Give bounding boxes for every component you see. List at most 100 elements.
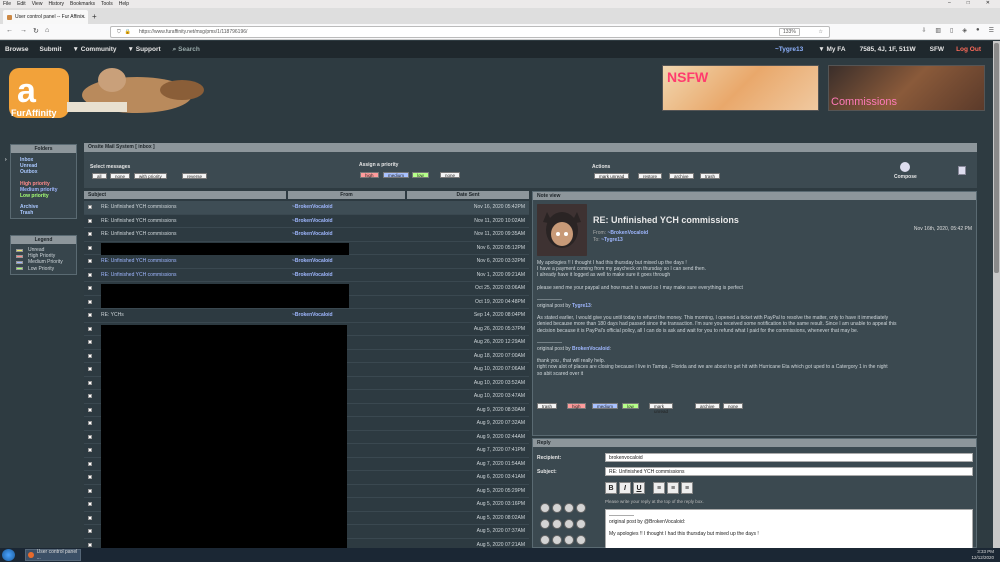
shield-icon[interactable]: ⛉ xyxy=(117,29,121,35)
nav-community[interactable]: ▼ Community xyxy=(73,46,117,53)
priority-none-button[interactable]: none xyxy=(440,172,461,178)
bold-button[interactable]: B xyxy=(605,482,617,494)
note-high-button[interactable]: high xyxy=(567,403,586,409)
underline-button[interactable]: U xyxy=(633,482,645,494)
sender-avatar[interactable] xyxy=(537,204,587,256)
subject-input[interactable]: RE: Unfinished YCH commissions xyxy=(605,467,973,476)
nav-support[interactable]: ▼ Support xyxy=(128,46,161,53)
reply-textarea[interactable]: ————— original post by @BrokenVocaloid: … xyxy=(605,509,973,549)
smiley-icon[interactable] xyxy=(564,535,574,545)
scrollbar-thumb[interactable] xyxy=(994,43,999,273)
priority-low-button[interactable]: low xyxy=(412,172,429,178)
message-checkbox[interactable] xyxy=(88,286,92,291)
note-to-user[interactable]: ~Tygre13 xyxy=(601,237,623,243)
italic-button[interactable]: I xyxy=(619,482,631,494)
minimize-icon[interactable]: – xyxy=(948,0,951,6)
nav-search[interactable]: ⌕ Search xyxy=(173,46,200,54)
smiley-icon[interactable] xyxy=(552,519,562,529)
smiley-icon[interactable] xyxy=(564,503,574,513)
message-checkbox[interactable] xyxy=(88,529,92,534)
message-sender[interactable]: ~BrokenVocaloid xyxy=(292,258,333,264)
priority-high-button[interactable]: high xyxy=(360,172,379,178)
nav-myfa[interactable]: ▼ My FA xyxy=(818,46,845,53)
menu-file[interactable]: File xyxy=(3,1,11,7)
col-subject[interactable]: Subject xyxy=(84,191,286,199)
message-subject[interactable]: RE: Unfinished YCH commissions xyxy=(101,272,291,278)
message-subject[interactable]: RE: Unfinished YCH commissions xyxy=(101,258,291,264)
smiley-icon[interactable] xyxy=(540,503,550,513)
orig-user[interactable]: BrokenVocaloid xyxy=(572,346,610,352)
account-icon[interactable]: ● xyxy=(976,27,980,34)
restore-button[interactable]: restore xyxy=(638,173,663,179)
nav-user[interactable]: ~Tygre13 xyxy=(775,46,803,53)
home-icon[interactable]: ⌂ xyxy=(45,27,49,34)
message-checkbox[interactable] xyxy=(88,245,92,250)
message-checkbox[interactable] xyxy=(88,461,92,466)
reload-icon[interactable]: ↻ xyxy=(33,27,39,35)
message-checkbox[interactable] xyxy=(88,218,92,223)
message-checkbox[interactable] xyxy=(88,488,92,493)
library-icon[interactable]: ▥ xyxy=(935,27,941,34)
zoom-level[interactable]: 133% xyxy=(779,28,800,36)
message-checkbox[interactable] xyxy=(88,353,92,358)
note-archive-button[interactable]: archive xyxy=(695,403,720,409)
orig-user[interactable]: Tygre13 xyxy=(572,303,591,309)
nav-stats[interactable]: 7585, 4J, 1F, 511W xyxy=(860,46,916,53)
smiley-icon[interactable] xyxy=(540,519,550,529)
maximize-icon[interactable]: □ xyxy=(967,0,970,6)
message-sender[interactable]: ~BrokenVocaloid xyxy=(292,204,333,210)
smiley-icon[interactable] xyxy=(576,519,586,529)
folder-trash[interactable]: Trash xyxy=(11,210,76,216)
mark-unread-button[interactable]: mark unread xyxy=(594,173,630,179)
note-trash-button[interactable]: trash xyxy=(537,403,558,409)
settings-icon[interactable] xyxy=(958,166,966,175)
taskbar-app[interactable]: User control panel ... xyxy=(25,549,81,561)
close-icon[interactable]: ✕ xyxy=(986,0,990,6)
note-none-button[interactable]: none xyxy=(723,403,744,409)
smiley-icon[interactable] xyxy=(540,535,550,545)
menu-bookmarks[interactable]: Bookmarks xyxy=(70,1,95,7)
browser-tab[interactable]: User control panel -- Fur Affini... ✕ xyxy=(3,10,88,24)
message-checkbox[interactable] xyxy=(88,272,92,277)
menu-tools[interactable]: Tools xyxy=(101,1,113,7)
url-bar[interactable]: ⛉ 🔒 https://www.furaffinity.net/msg/pms/… xyxy=(110,26,830,38)
select-all-button[interactable]: all xyxy=(92,173,107,179)
forward-icon[interactable]: → xyxy=(20,27,27,34)
message-checkbox[interactable] xyxy=(88,421,92,426)
message-row[interactable]: RE: YCHs ~BrokenVocaloid Sep 14, 2020 08:0… xyxy=(84,309,529,323)
priority-medium-button[interactable]: medium xyxy=(383,172,410,178)
note-from-user[interactable]: ~BrokenVocaloid xyxy=(607,230,648,236)
message-checkbox[interactable] xyxy=(88,502,92,507)
message-row[interactable]: RE: Unfinished YCH commissions ~BrokenVoc… xyxy=(84,269,529,282)
message-checkbox[interactable] xyxy=(88,380,92,385)
nav-submit[interactable]: Submit xyxy=(39,46,61,53)
sidebar-icon[interactable]: ▯ xyxy=(950,27,953,34)
compose-button[interactable]: Compose xyxy=(894,162,917,180)
message-sender[interactable]: ~BrokenVocaloid xyxy=(292,272,333,278)
start-button-icon[interactable] xyxy=(2,549,15,561)
smiley-icon[interactable] xyxy=(564,519,574,529)
folder-inbox[interactable]: Inbox xyxy=(5,157,76,163)
select-reverse-button[interactable]: reverse xyxy=(182,173,208,179)
archive-button[interactable]: archive xyxy=(669,173,694,179)
message-row[interactable]: RE: Unfinished YCH commissions ~BrokenVoc… xyxy=(84,228,529,242)
nav-sfw-toggle[interactable]: SFW xyxy=(930,46,944,53)
message-checkbox[interactable] xyxy=(88,542,92,547)
note-mark-unread-button[interactable]: mark unread xyxy=(649,403,674,414)
col-date[interactable]: Date Sent xyxy=(407,191,529,199)
message-checkbox[interactable] xyxy=(88,205,92,210)
menu-edit[interactable]: Edit xyxy=(17,1,26,7)
new-tab-icon[interactable]: + xyxy=(92,12,97,21)
message-checkbox[interactable] xyxy=(88,394,92,399)
message-sender[interactable]: ~BrokenVocaloid xyxy=(292,312,333,318)
message-sender[interactable]: ~BrokenVocaloid xyxy=(292,231,333,237)
message-checkbox[interactable] xyxy=(88,232,92,237)
message-checkbox[interactable] xyxy=(88,299,92,304)
bookmark-star-icon[interactable]: ☆ xyxy=(819,29,823,35)
recipient-input[interactable]: brokenvocaloid xyxy=(605,453,973,462)
smiley-icon[interactable] xyxy=(576,503,586,513)
back-icon[interactable]: ← xyxy=(6,27,13,34)
message-checkbox[interactable] xyxy=(88,434,92,439)
message-subject[interactable]: RE: YCHs xyxy=(101,312,291,318)
message-row[interactable]: RE: Unfinished YCH commissions ~BrokenVoc… xyxy=(84,201,529,215)
